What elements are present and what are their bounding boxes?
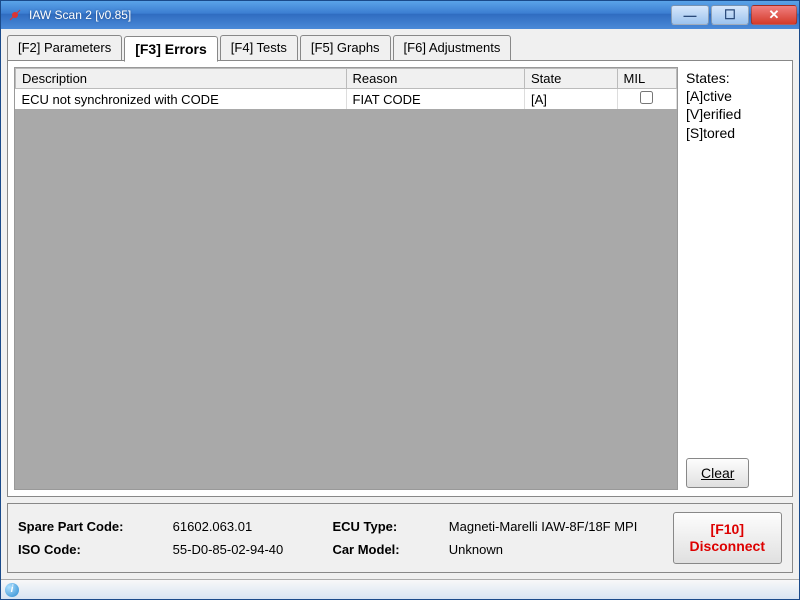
info-icon[interactable]: i: [5, 583, 19, 597]
window-title: IAW Scan 2 [v0.85]: [29, 8, 671, 22]
spare-part-label: Spare Part Code:: [18, 519, 159, 534]
legend-title: States:: [686, 69, 786, 87]
table-row[interactable]: ECU not synchronized with CODE FIAT CODE…: [16, 89, 677, 110]
legend-active: [A]ctive: [686, 87, 786, 105]
maximize-button[interactable]: ☐: [711, 5, 749, 25]
status-bar: i: [1, 579, 799, 599]
table-empty-area: [15, 109, 677, 489]
states-legend: States: [A]ctive [V]erified [S]tored: [686, 69, 786, 142]
app-window: IAW Scan 2 [v0.85] — ☐ ✕ [F2] Parameters…: [0, 0, 800, 600]
iso-code-label: ISO Code:: [18, 542, 159, 557]
tab-parameters[interactable]: [F2] Parameters: [7, 35, 122, 61]
errors-panel: Description Reason State MIL ECU not syn…: [7, 60, 793, 497]
ecu-type-label: ECU Type:: [332, 519, 434, 534]
col-description[interactable]: Description: [16, 69, 347, 89]
content-area: [F2] Parameters [F3] Errors [F4] Tests […: [1, 29, 799, 579]
close-button[interactable]: ✕: [751, 5, 797, 25]
legend-stored: [S]tored: [686, 124, 786, 142]
cell-mil: [617, 89, 677, 110]
ecu-type-value: Magneti-Marelli IAW-8F/18F MPI: [449, 519, 673, 534]
cell-reason: FIAT CODE: [346, 89, 524, 110]
legend-verified: [V]erified: [686, 105, 786, 123]
errors-table: Description Reason State MIL ECU not syn…: [15, 68, 677, 109]
col-state[interactable]: State: [524, 69, 617, 89]
footer-info: Spare Part Code: 61602.063.01 ECU Type: …: [18, 519, 673, 557]
tab-tests[interactable]: [F4] Tests: [220, 35, 298, 61]
mil-checkbox[interactable]: [640, 91, 653, 104]
col-reason[interactable]: Reason: [346, 69, 524, 89]
side-panel: States: [A]ctive [V]erified [S]tored Cle…: [686, 67, 786, 490]
cell-description: ECU not synchronized with CODE: [16, 89, 347, 110]
disconnect-label: Disconnect: [690, 538, 765, 555]
footer-bar: Spare Part Code: 61602.063.01 ECU Type: …: [7, 503, 793, 573]
col-mil[interactable]: MIL: [617, 69, 677, 89]
tab-adjustments[interactable]: [F6] Adjustments: [393, 35, 512, 61]
disconnect-hotkey: [F10]: [690, 521, 765, 538]
tab-graphs[interactable]: [F5] Graphs: [300, 35, 391, 61]
tab-errors[interactable]: [F3] Errors: [124, 36, 218, 62]
spare-part-value: 61602.063.01: [173, 519, 319, 534]
car-model-label: Car Model:: [332, 542, 434, 557]
iso-code-value: 55-D0-85-02-94-40: [173, 542, 319, 557]
cell-state: [A]: [524, 89, 617, 110]
car-model-value: Unknown: [449, 542, 673, 557]
clear-button[interactable]: Clear: [686, 458, 749, 488]
minimize-button[interactable]: —: [671, 5, 709, 25]
window-controls: — ☐ ✕: [671, 5, 797, 25]
app-icon: [7, 7, 23, 23]
titlebar[interactable]: IAW Scan 2 [v0.85] — ☐ ✕: [1, 1, 799, 29]
tab-bar: [F2] Parameters [F3] Errors [F4] Tests […: [7, 35, 793, 61]
errors-table-container: Description Reason State MIL ECU not syn…: [14, 67, 678, 490]
disconnect-button[interactable]: [F10] Disconnect: [673, 512, 782, 564]
